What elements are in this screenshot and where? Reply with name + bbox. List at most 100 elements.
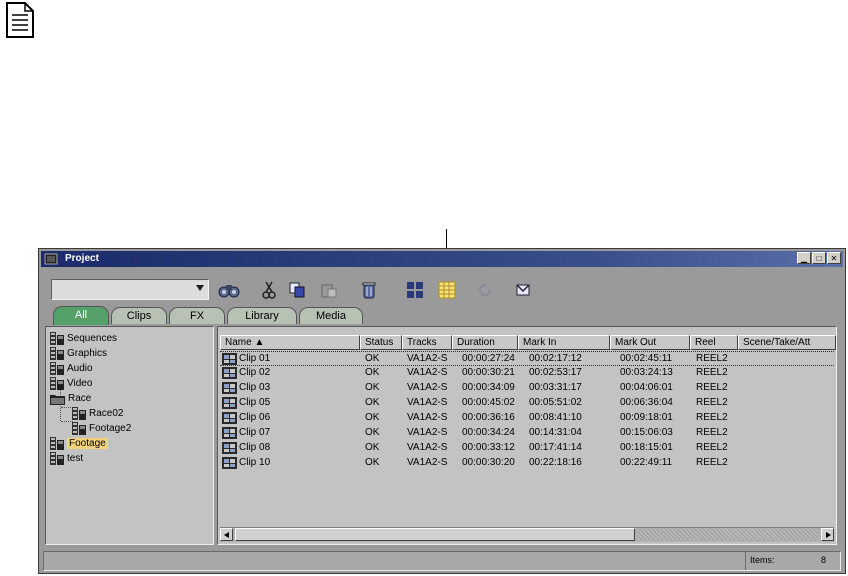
cell-tracks: VA1A2-S bbox=[407, 367, 448, 378]
cell-duration: 00:00:34:09 bbox=[462, 382, 515, 393]
clip-icon bbox=[222, 457, 237, 469]
cell-duration: 00:00:36:16 bbox=[462, 412, 515, 423]
project-app-icon bbox=[44, 253, 58, 265]
scroll-track[interactable] bbox=[637, 529, 818, 540]
script-view-icon bbox=[438, 281, 456, 299]
bin-icon bbox=[50, 377, 64, 390]
table-row[interactable]: Clip 01 OK VA1A2-S 00:00:27:24 00:02:17:12 00… bbox=[220, 351, 834, 366]
cell-status: OK bbox=[365, 412, 380, 423]
cell-tracks: VA1A2-S bbox=[407, 353, 448, 364]
arrow-right-icon bbox=[826, 532, 831, 538]
column-header-tracks[interactable]: Tracks bbox=[402, 335, 452, 350]
clip-name: Clip 01 bbox=[239, 353, 271, 364]
folder-icon bbox=[50, 394, 65, 405]
tab-library[interactable]: Library bbox=[227, 307, 297, 324]
paste-icon bbox=[321, 284, 337, 298]
window-title: Project bbox=[65, 253, 99, 264]
tab-clips[interactable]: Clips bbox=[111, 307, 167, 324]
status-bar: Items: 8 bbox=[43, 551, 841, 571]
column-header-scene-take[interactable]: Scene/Take/Att bbox=[738, 335, 836, 350]
clip-table: Name ▲ Status Tracks Duration Mark In Ma… bbox=[217, 326, 837, 545]
bin-icon bbox=[72, 407, 86, 420]
clip-name: Clip 02 bbox=[239, 367, 271, 378]
cut-button[interactable] bbox=[259, 281, 279, 299]
cell-reel: REEL2 bbox=[696, 382, 728, 393]
tab-fx[interactable]: FX bbox=[169, 307, 225, 324]
cell-status: OK bbox=[365, 367, 380, 378]
bin-icon bbox=[50, 332, 64, 345]
tab-all[interactable]: All bbox=[53, 306, 109, 325]
cell-mark-in: 00:02:53:17 bbox=[529, 367, 582, 378]
cell-reel: REEL2 bbox=[696, 367, 728, 378]
cell-mark-out: 00:18:15:01 bbox=[620, 442, 673, 453]
clip-name: Clip 08 bbox=[239, 442, 271, 453]
frame-view-button[interactable] bbox=[405, 281, 425, 299]
chevron-down-icon[interactable] bbox=[196, 285, 204, 291]
column-header-name[interactable]: Name ▲ bbox=[220, 335, 360, 350]
scroll-right-button[interactable] bbox=[821, 528, 834, 541]
paste-button[interactable] bbox=[319, 281, 339, 299]
close-button[interactable]: ✕ bbox=[827, 252, 841, 264]
cell-duration: 00:00:34:24 bbox=[462, 427, 515, 438]
cell-duration: 00:00:33:12 bbox=[462, 442, 515, 453]
arrow-left-icon bbox=[224, 532, 229, 538]
tree-item-test[interactable]: test bbox=[50, 451, 83, 466]
column-header-mark-in[interactable]: Mark In bbox=[518, 335, 610, 350]
cell-tracks: VA1A2-S bbox=[407, 442, 448, 453]
script-view-button[interactable] bbox=[437, 281, 457, 299]
clip-name: Clip 10 bbox=[239, 457, 271, 468]
tree-item-audio[interactable]: Audio bbox=[50, 361, 93, 376]
clip-icon bbox=[222, 427, 237, 439]
cell-mark-in: 00:05:51:02 bbox=[529, 397, 582, 408]
column-header-duration[interactable]: Duration bbox=[452, 335, 518, 350]
table-row[interactable]: Clip 10 OK VA1A2-S 00:00:30:20 00:22:18:16 00… bbox=[220, 456, 834, 471]
delete-button[interactable] bbox=[359, 281, 379, 299]
cell-duration: 00:00:27:24 bbox=[462, 353, 515, 364]
tree-item-race02[interactable]: Race02 bbox=[72, 406, 123, 421]
table-row[interactable]: Clip 03 OK VA1A2-S 00:00:34:09 00:03:31:17 00… bbox=[220, 381, 834, 396]
cell-status: OK bbox=[365, 353, 380, 364]
table-row[interactable]: Clip 05 OK VA1A2-S 00:00:45:02 00:05:51:02 00… bbox=[220, 396, 834, 411]
maximize-button[interactable]: □ bbox=[812, 252, 826, 264]
table-row[interactable]: Clip 08 OK VA1A2-S 00:00:33:12 00:17:41:14 00… bbox=[220, 441, 834, 456]
items-count-panel: Items: 8 bbox=[745, 552, 840, 570]
table-row[interactable]: Clip 02 OK VA1A2-S 00:00:30:21 00:02:53:17 00… bbox=[220, 366, 834, 381]
cell-status: OK bbox=[365, 457, 380, 468]
tree-item-race[interactable]: Race bbox=[50, 391, 91, 406]
tree-item-label: Footage2 bbox=[89, 423, 132, 434]
column-header-reel[interactable]: Reel bbox=[690, 335, 738, 350]
cell-reel: REEL2 bbox=[696, 353, 728, 364]
column-header-status[interactable]: Status bbox=[360, 335, 402, 350]
cell-mark-out: 00:22:49:11 bbox=[620, 457, 673, 468]
tree-item-video[interactable]: Video bbox=[50, 376, 92, 391]
mail-button[interactable] bbox=[513, 281, 533, 299]
bin-selector-dropdown[interactable] bbox=[51, 279, 209, 300]
clip-name: Clip 06 bbox=[239, 412, 271, 423]
tree-item-label: Audio bbox=[67, 363, 93, 374]
cell-duration: 00:00:30:20 bbox=[462, 457, 515, 468]
tab-media[interactable]: Media bbox=[299, 307, 363, 324]
table-row[interactable]: Clip 07 OK VA1A2-S 00:00:34:24 00:14:31:04 00… bbox=[220, 426, 834, 441]
tree-item-label: Graphics bbox=[67, 348, 108, 359]
tree-item-footage[interactable]: Footage bbox=[50, 436, 108, 451]
find-button[interactable] bbox=[217, 281, 241, 299]
tree-item-sequences[interactable]: Sequences bbox=[50, 331, 117, 346]
cell-tracks: VA1A2-S bbox=[407, 397, 448, 408]
scroll-left-button[interactable] bbox=[220, 528, 233, 541]
clip-icon bbox=[222, 353, 237, 365]
column-header-mark-out[interactable]: Mark Out bbox=[610, 335, 690, 350]
table-row[interactable]: Clip 06 OK VA1A2-S 00:00:36:16 00:08:41:10 00… bbox=[220, 411, 834, 426]
cell-duration: 00:00:30:21 bbox=[462, 367, 515, 378]
horizontal-scrollbar[interactable] bbox=[220, 527, 834, 542]
refresh-button[interactable] bbox=[475, 281, 495, 299]
title-bar[interactable]: Project ▁ □ ✕ bbox=[41, 251, 843, 267]
scroll-thumb[interactable] bbox=[235, 528, 635, 541]
note-icon bbox=[6, 2, 34, 38]
cut-icon bbox=[262, 281, 276, 299]
copy-button[interactable] bbox=[287, 281, 307, 299]
tree-item-footage2[interactable]: Footage2 bbox=[72, 421, 131, 436]
minimize-button[interactable]: ▁ bbox=[797, 252, 811, 264]
tree-item-graphics[interactable]: Graphics bbox=[50, 346, 107, 361]
project-window: Project ▁ □ ✕ All Clips FX Library Media… bbox=[38, 248, 846, 574]
table-header: Name ▲ Status Tracks Duration Mark In Ma… bbox=[220, 335, 836, 350]
